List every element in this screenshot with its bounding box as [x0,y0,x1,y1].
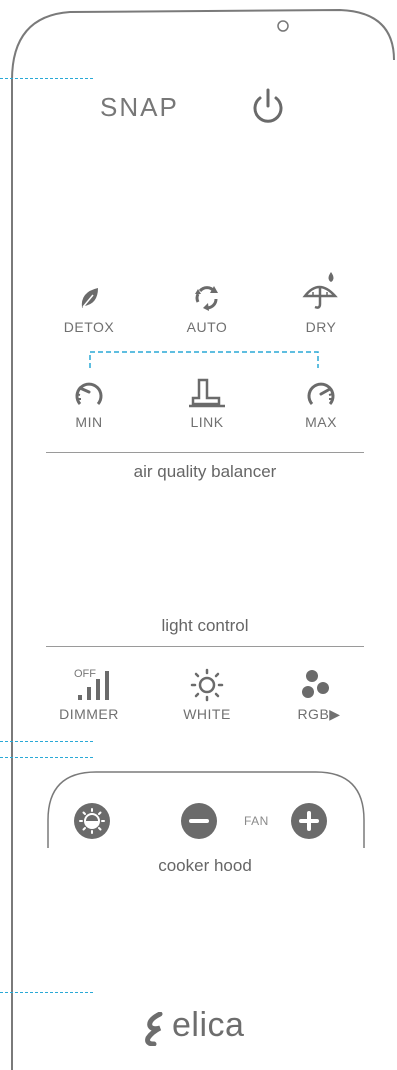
recycle-arrows-icon [195,286,218,311]
dimmer-label: DIMMER [59,706,119,722]
light-control-title: light control [161,616,249,635]
link-label: LINK [190,414,224,430]
link-connector [89,351,319,368]
min-label: MIN [75,414,103,430]
max-label: MAX [305,414,337,430]
signal-bars-icon [78,671,109,700]
three-dots-icon [302,670,329,698]
guide-dash-mid1 [0,741,93,742]
fan-plus-button[interactable] [291,803,327,839]
gauge-min-icon [75,382,103,405]
dimmer-button[interactable]: OFF DIMMER [44,668,134,738]
rgb-arrow-icon: ▶ [329,706,341,722]
logo-text: elica [172,1006,245,1044]
air-quality-title: air quality balancer [133,462,277,481]
power-icon [253,88,283,123]
fan-label: FAN [244,814,269,828]
elica-flame-icon [145,1012,163,1046]
link-button[interactable]: LINK [162,378,252,448]
air-quality-divider [46,452,364,453]
hood-light-icon [79,808,105,834]
sun-icon [190,668,224,702]
rgb-text: RGB [297,706,330,722]
min-button[interactable]: MIN [44,378,134,448]
white-button[interactable]: WHITE [162,668,252,738]
plus-icon [299,811,319,831]
guide-dash-top [0,78,93,79]
guide-dash-bottom [0,992,93,993]
cooker-hood-title: cooker hood [158,856,252,875]
detox-label: DETOX [63,319,115,335]
rgb-button[interactable]: RGB▶ [270,668,360,738]
max-button[interactable]: MAX [276,378,366,448]
power-button[interactable] [248,86,288,126]
brand-label: SNAP [100,92,179,122]
guide-dash-mid2 [0,757,93,758]
dry-label: DRY [305,319,337,335]
gauge-max-icon [307,382,335,405]
light-control-divider [46,646,364,647]
hood-light-button[interactable] [74,803,110,839]
leaf-icon [81,288,98,308]
hood-icon [189,378,225,408]
umbrella-drop-icon [302,272,338,309]
remote-outline [11,8,395,1070]
auto-label: AUTO [186,319,228,335]
fan-minus-button[interactable] [181,803,217,839]
rgb-label: RGB▶ [274,706,364,723]
white-label: WHITE [183,706,231,722]
auto-button[interactable]: AUTO [162,282,252,352]
minus-icon [189,819,209,823]
dry-button[interactable]: DRY [276,270,366,340]
detox-button[interactable]: DETOX [44,282,134,352]
